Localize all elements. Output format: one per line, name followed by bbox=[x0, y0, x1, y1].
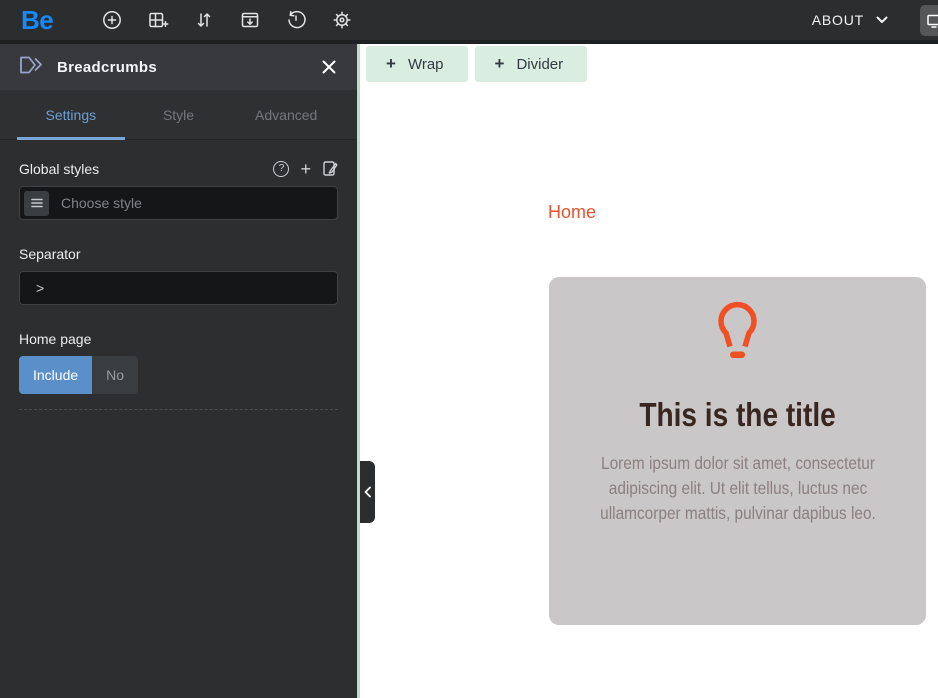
home-page-label: Home page bbox=[19, 331, 92, 347]
template-library-icon[interactable] bbox=[239, 9, 261, 31]
divider-button[interactable]: + Divider bbox=[474, 46, 588, 82]
settings-sidebar: Breadcrumbs Settings Style Advanced Glob… bbox=[0, 44, 357, 698]
history-icon[interactable] bbox=[285, 9, 307, 31]
lightbulb-icon bbox=[718, 301, 757, 358]
sidebar-collapse-handle[interactable] bbox=[360, 461, 375, 523]
style-library-icon[interactable] bbox=[322, 160, 338, 177]
panel-title: Breadcrumbs bbox=[57, 58, 158, 76]
card-title: This is the title bbox=[639, 396, 836, 433]
close-icon[interactable] bbox=[320, 58, 338, 76]
help-icon[interactable]: ? bbox=[273, 160, 290, 177]
divider-button-label: Divider bbox=[516, 55, 564, 73]
tab-advanced[interactable]: Advanced bbox=[232, 90, 340, 139]
tab-style[interactable]: Style bbox=[125, 90, 233, 139]
plus-icon: + bbox=[494, 54, 505, 73]
panel-tabs: Settings Style Advanced bbox=[0, 90, 357, 140]
add-section-icon[interactable] bbox=[147, 9, 169, 31]
settings-gear-icon[interactable] bbox=[331, 9, 353, 31]
wrap-button[interactable]: + Wrap bbox=[366, 46, 468, 82]
add-element-icon[interactable] bbox=[101, 9, 123, 31]
chevron-down-icon[interactable] bbox=[874, 12, 890, 28]
breadcrumbs-element-icon bbox=[19, 55, 45, 80]
topbar-icon-group bbox=[101, 9, 353, 31]
home-page-include-option[interactable]: Include bbox=[19, 356, 93, 394]
separator-label: Separator bbox=[19, 246, 81, 262]
separator-input[interactable] bbox=[20, 280, 337, 296]
tab-settings[interactable]: Settings bbox=[17, 90, 125, 140]
global-style-select[interactable] bbox=[19, 186, 338, 220]
about-menu[interactable]: ABOUT bbox=[812, 12, 864, 28]
add-style-icon[interactable]: + bbox=[300, 160, 311, 178]
section-divider bbox=[19, 409, 338, 410]
global-styles-label: Global styles bbox=[19, 160, 100, 177]
choose-style-input[interactable] bbox=[49, 195, 337, 211]
reorder-icon[interactable] bbox=[193, 9, 215, 31]
card-body-text: Lorem ipsum dolor sit amet, consectetur … bbox=[599, 453, 876, 523]
style-list-icon[interactable] bbox=[24, 190, 49, 216]
plus-icon: + bbox=[386, 54, 396, 73]
panel-body: Global styles ? + Se bbox=[0, 140, 357, 698]
topbar: Be ABOUT bbox=[0, 0, 938, 40]
main-area: Breadcrumbs Settings Style Advanced Glob… bbox=[0, 44, 938, 698]
home-page-no-option[interactable]: No bbox=[92, 356, 139, 394]
preview-canvas: + Wrap + Divider Home This is the title … bbox=[360, 44, 938, 698]
wrap-button-label: Wrap bbox=[407, 55, 444, 73]
page-builder-app: Be ABOUT Breadcrumbs Settings Style Adva… bbox=[0, 0, 938, 698]
separator-field[interactable] bbox=[19, 271, 338, 305]
canvas-toolbar: + Wrap + Divider bbox=[366, 46, 588, 82]
panel-header: Breadcrumbs bbox=[0, 44, 357, 90]
breadcrumb-home-link[interactable]: Home bbox=[548, 202, 596, 223]
content-card[interactable]: This is the title Lorem ipsum dolor sit … bbox=[549, 277, 926, 625]
device-preview-button[interactable] bbox=[920, 5, 938, 36]
home-page-toggle: Include No bbox=[19, 356, 139, 394]
betheme-logo[interactable]: Be bbox=[21, 5, 54, 36]
